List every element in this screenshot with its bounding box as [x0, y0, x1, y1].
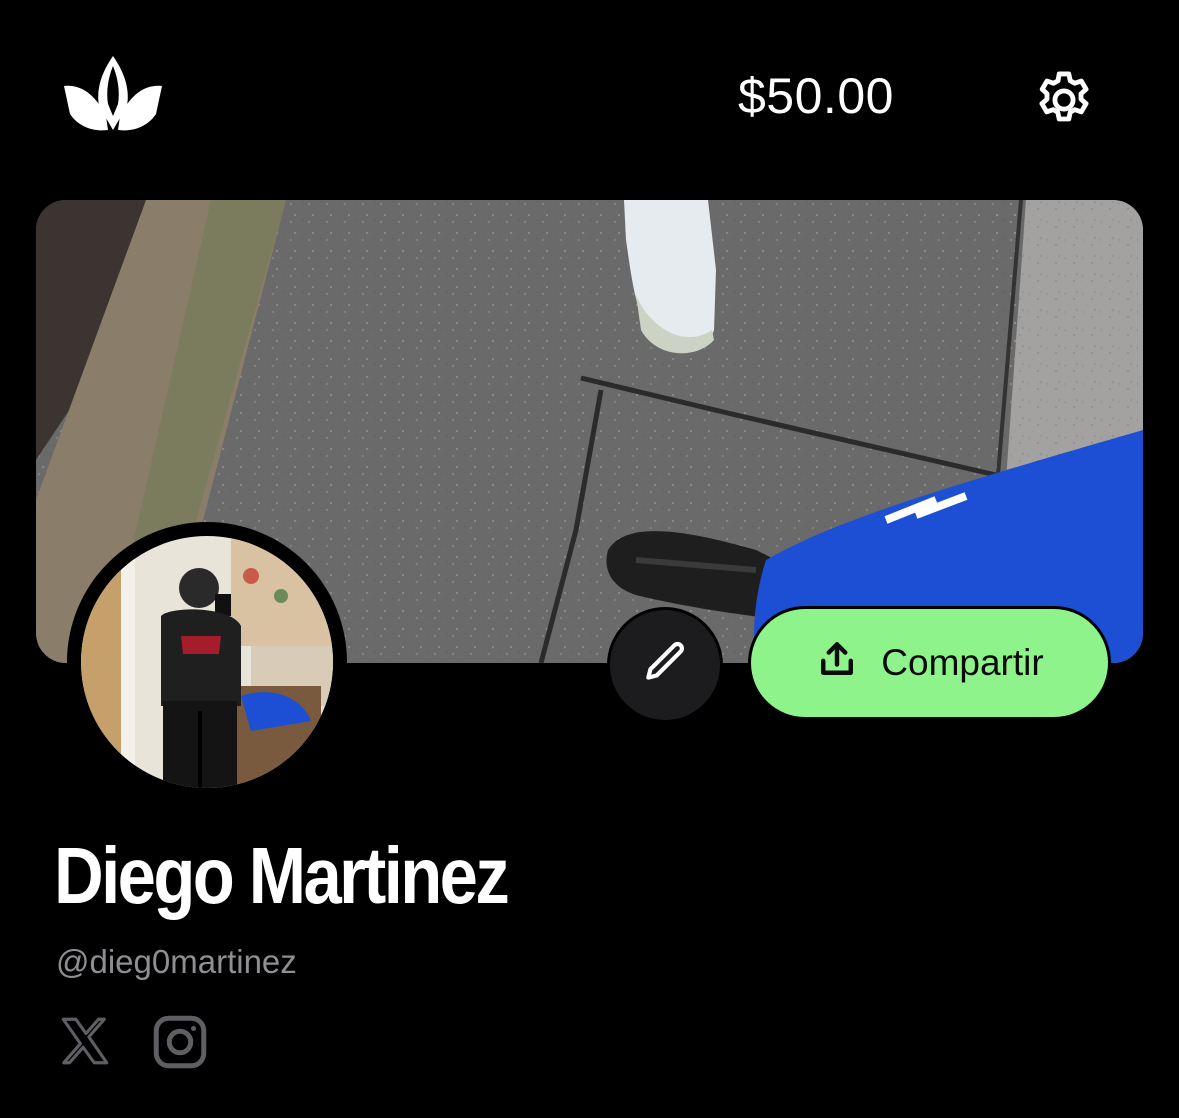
avatar[interactable] [67, 522, 347, 802]
share-upload-icon [815, 637, 859, 690]
edit-button[interactable] [607, 607, 723, 723]
gear-icon[interactable] [1030, 66, 1098, 134]
pencil-icon [640, 638, 690, 693]
share-button[interactable]: Compartir [748, 606, 1111, 720]
instagram-icon[interactable] [150, 1012, 210, 1072]
profile-name: Diego Martinez [54, 831, 510, 920]
share-label: Compartir [881, 642, 1044, 683]
x-icon[interactable] [56, 1012, 114, 1070]
profile-handle: @dieg0martinez [56, 943, 297, 980]
crown-logo-icon[interactable] [62, 54, 164, 136]
balance-amount: $50.00 [738, 68, 894, 124]
